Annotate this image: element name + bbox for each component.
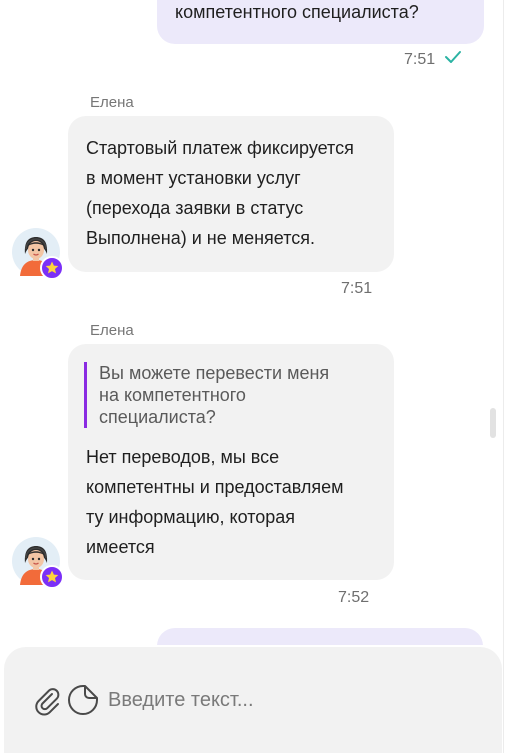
message-line: имеется [86, 537, 155, 557]
incoming-message: Вы можете перевести меня на компетентног… [68, 344, 394, 580]
message-list[interactable]: компетентного специалиста? 7:51 Елена Ст… [0, 0, 503, 645]
message-line: Выполнена) и не меняется. [86, 228, 315, 248]
operator-avatar [12, 537, 64, 589]
operator-avatar [12, 228, 64, 280]
message-line: (перехода заявки в статус [86, 198, 304, 218]
paperclip-icon[interactable] [32, 685, 64, 717]
message-time: 7:51 [404, 51, 436, 68]
quote-line: специалиста? [99, 407, 216, 427]
message-text: компетентного специалиста? [175, 2, 419, 22]
sender-name: Елена [90, 322, 134, 339]
quoted-message[interactable]: Вы можете перевести меня на компетентног… [84, 362, 329, 428]
message-line: ту информацию, которая [86, 507, 296, 527]
quote-line: на компетентного [99, 385, 246, 405]
message-line: компетентны и предоставляем [86, 477, 344, 497]
chat-panel: компетентного специалиста? 7:51 Елена Ст… [0, 0, 504, 753]
message-composer [4, 647, 502, 753]
scrollbar-thumb[interactable] [490, 408, 496, 438]
message-input[interactable] [106, 681, 480, 719]
outgoing-message: компетентного специалиста? [157, 0, 484, 44]
message-line: в момент установки услуг [86, 168, 301, 188]
message-time: 7:52 [338, 589, 370, 606]
double-check-icon [445, 51, 461, 63]
message-line: Стартовый платеж фиксируется [86, 138, 354, 158]
incoming-message: Стартовый платеж фиксируется в момент ус… [68, 116, 394, 272]
sticker-icon[interactable] [66, 683, 100, 717]
message-line: Нет переводов, мы все [86, 447, 280, 467]
message-time: 7:51 [341, 280, 373, 297]
quote-line: Вы можете перевести меня [99, 363, 330, 383]
outgoing-message-partial [157, 628, 483, 645]
sender-name: Елена [90, 94, 134, 111]
